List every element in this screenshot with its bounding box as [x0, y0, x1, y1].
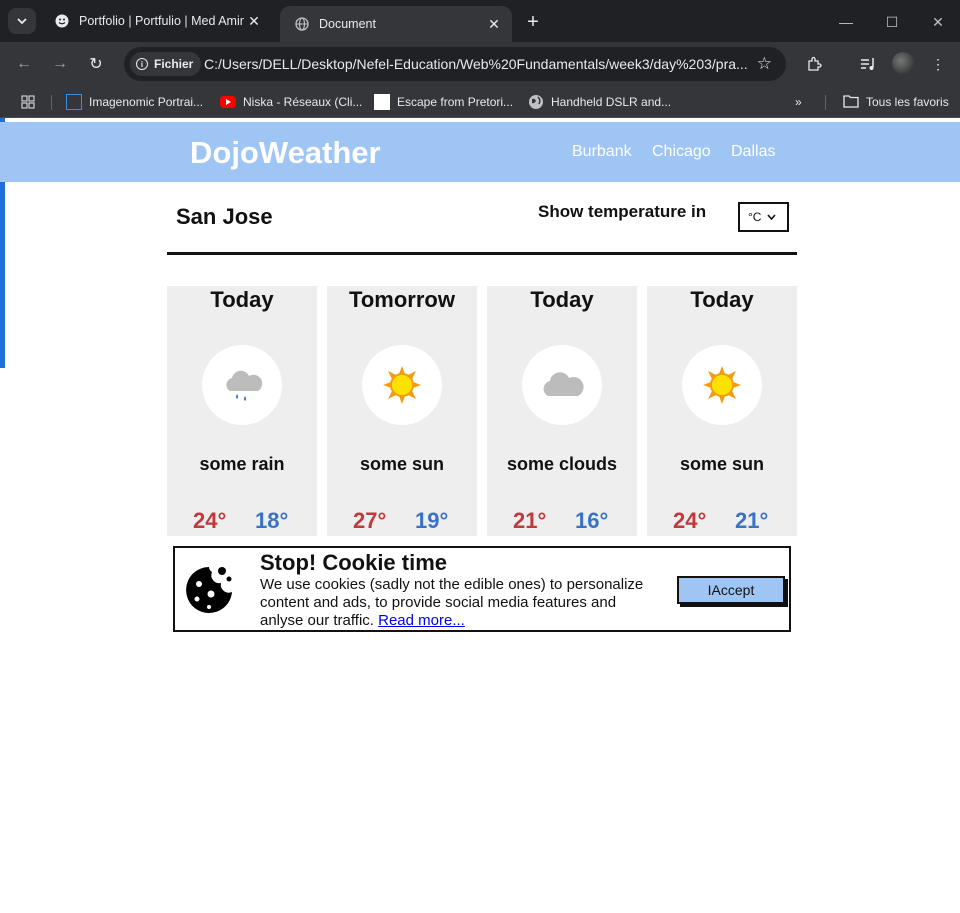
cookie-title: Stop! Cookie time — [260, 550, 448, 575]
tab-document[interactable]: Document ✕ — [280, 6, 512, 42]
nav-link-burbank[interactable]: Burbank — [572, 143, 632, 161]
site-header: DojoWeather Burbank Chicago Dallas — [0, 122, 960, 182]
cloud-icon — [522, 345, 602, 425]
bookmark-item[interactable]: Escape from Pretori... — [374, 93, 513, 111]
folder-icon — [843, 94, 859, 110]
tab-title: Portfolio | Portfulio | Med Amine — [79, 14, 244, 28]
low-temperature: 16° — [575, 508, 609, 533]
forecast-card: Today some clouds 21° 16° — [487, 286, 637, 536]
tab-search-button[interactable] — [8, 8, 36, 34]
forecast-card: Today some sun 24° 21° — [647, 286, 797, 536]
tab-strip: Portfolio | Portfulio | Med Amine ✕ Docu… — [0, 0, 960, 42]
forecast-day: Tomorrow — [349, 287, 455, 312]
url-text[interactable]: C:/Users/DELL/Desktop/Nefel-Education/We… — [204, 56, 749, 72]
rain-cloud-icon — [202, 345, 282, 425]
cookie-icon — [186, 567, 232, 613]
read-more-link[interactable]: Read more... — [378, 612, 465, 629]
bookmark-label: Tous les favoris — [866, 95, 949, 109]
nav-link-chicago[interactable]: Chicago — [652, 143, 711, 161]
bookmark-star-icon[interactable]: ☆ — [757, 54, 772, 74]
all-bookmarks-folder[interactable]: Tous les favoris — [843, 93, 949, 111]
tab-title: Document — [319, 17, 376, 31]
globe-icon — [294, 16, 310, 32]
sun-icon — [682, 345, 762, 425]
high-temperature: 21° — [513, 508, 547, 533]
bookmark-item[interactable]: Imagenomic Portrai... — [66, 93, 203, 111]
page-viewport: DojoWeather Burbank Chicago Dallas San J… — [0, 118, 960, 913]
site-logo[interactable]: DojoWeather — [190, 135, 381, 171]
bookmarks-bar: Imagenomic Portrai... Niska - Réseaux (C… — [0, 86, 960, 118]
forecast-condition: some sun — [359, 454, 445, 474]
tab-portfolio[interactable]: Portfolio | Portfulio | Med Amine ✕ — [40, 6, 272, 36]
forecast-day: Today — [690, 287, 754, 312]
high-temperature: 24° — [193, 508, 227, 533]
menu-kebab-icon[interactable]: ⋮ — [926, 52, 950, 76]
bookmark-label: Imagenomic Portrai... — [89, 95, 204, 109]
window-close-icon[interactable]: ✕ — [926, 10, 950, 34]
unit-value: °C — [748, 210, 762, 224]
accept-cookies-button[interactable]: IAccept — [677, 576, 785, 604]
chevron-down-icon — [767, 212, 777, 223]
bookmark-item[interactable]: Handheld DSLR and... — [528, 93, 671, 111]
forecast-condition: some clouds — [506, 454, 618, 474]
cookie-text-block: We use cookies (sadly not the edible one… — [260, 576, 660, 630]
white-square-icon — [374, 94, 390, 110]
city-name: San Jose — [176, 204, 273, 229]
bookmark-separator — [825, 95, 826, 110]
extensions-icon[interactable] — [802, 52, 826, 76]
browser-toolbar: ← → ↻ i Fichier C:/Users/DELL/Desktop/Ne… — [0, 42, 960, 86]
chevron-down-icon — [17, 18, 27, 25]
bookmark-separator — [51, 95, 52, 110]
forecast-day: Today — [210, 287, 274, 312]
smiley-icon — [54, 13, 70, 29]
show-temperature-label: Show temperature in — [538, 202, 707, 221]
bookmark-label: Escape from Pretori... — [397, 95, 514, 109]
profile-avatar[interactable] — [892, 52, 914, 74]
forecast-condition: some rain — [199, 454, 285, 474]
high-temperature: 24° — [673, 508, 707, 533]
more-bookmarks-icon[interactable]: » — [795, 93, 802, 111]
low-temperature: 19° — [415, 508, 449, 533]
cookie-banner: Stop! Cookie time We use cookies (sadly … — [173, 546, 791, 632]
forecast-card: Tomorrow some sun 27° 19° — [327, 286, 477, 536]
globe-icon — [528, 94, 544, 110]
media-control-icon[interactable] — [856, 52, 880, 76]
low-temperature: 21° — [735, 508, 769, 533]
bookmark-label: Niska - Réseaux (Cli... — [243, 95, 363, 109]
forward-arrow-icon[interactable]: → — [48, 52, 72, 76]
sun-icon — [362, 345, 442, 425]
site-info-chip[interactable]: i Fichier — [130, 52, 202, 76]
reload-icon[interactable]: ↻ — [84, 52, 108, 76]
info-icon: i — [136, 58, 148, 70]
low-temperature: 18° — [255, 508, 289, 533]
address-bar[interactable]: i Fichier C:/Users/DELL/Desktop/Nefel-Ed… — [124, 47, 786, 81]
square-outline-icon — [66, 94, 82, 110]
forecast-day: Today — [530, 287, 594, 312]
forecast-condition: some sun — [679, 454, 765, 474]
youtube-icon — [220, 96, 236, 108]
high-temperature: 27° — [353, 508, 387, 533]
close-icon[interactable]: ✕ — [244, 11, 264, 31]
section-divider — [167, 252, 797, 255]
new-tab-button[interactable]: + — [521, 10, 545, 34]
close-icon[interactable]: ✕ — [484, 14, 504, 34]
forecast-card: Today some rain 24° 18° — [167, 286, 317, 536]
minimize-icon[interactable]: — — [834, 10, 858, 34]
nav-link-dallas[interactable]: Dallas — [731, 143, 775, 161]
maximize-icon[interactable]: ☐ — [880, 10, 904, 34]
bookmark-label: Handheld DSLR and... — [551, 95, 672, 109]
apps-grid-icon[interactable] — [20, 93, 36, 111]
site-info-label: Fichier — [154, 57, 194, 71]
back-arrow-icon[interactable]: ← — [12, 52, 36, 76]
bookmark-item[interactable]: Niska - Réseaux (Cli... — [220, 93, 362, 111]
temperature-unit-select[interactable]: °C — [738, 202, 789, 232]
